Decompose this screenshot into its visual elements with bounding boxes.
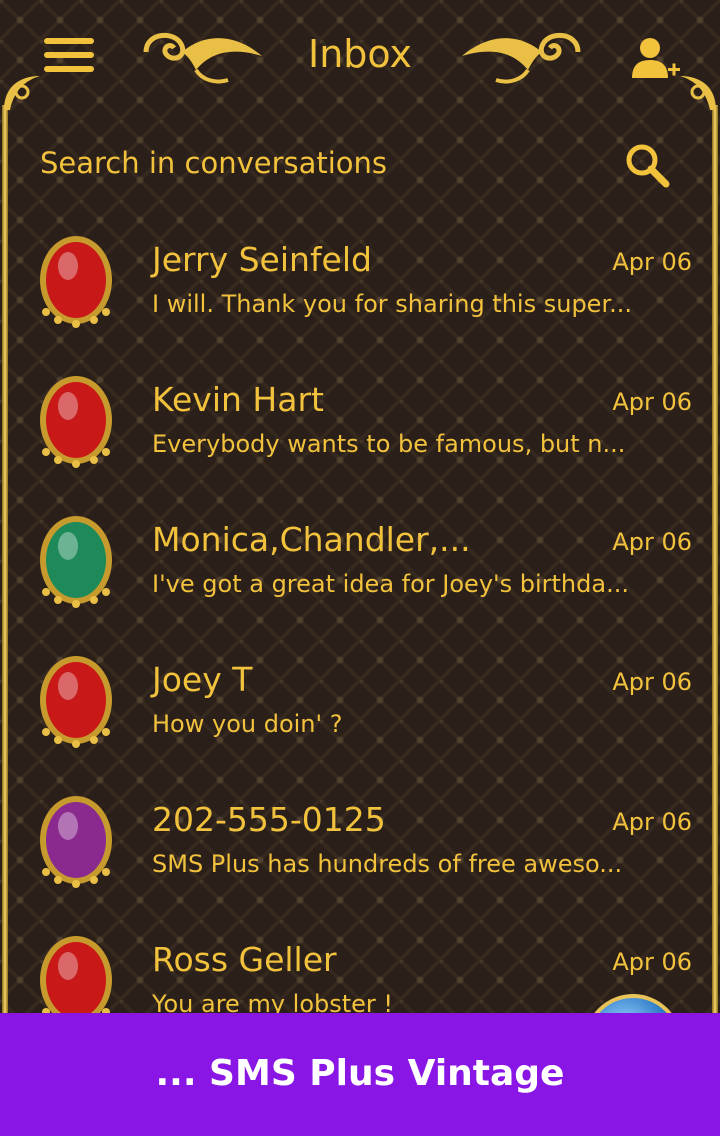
message-date: Apr 06 — [612, 388, 692, 416]
search-icon[interactable] — [624, 142, 670, 188]
gem-avatar-icon — [40, 236, 112, 328]
contact-name: 202-555-0125 — [152, 800, 386, 839]
contact-name: Monica,Chandler,... — [152, 520, 471, 559]
message-preview: Everybody wants to be famous, but n... — [152, 430, 626, 458]
message-preview: I've got a great idea for Joey's birthda… — [152, 570, 629, 598]
conversation-row[interactable]: Joey T Apr 06 How you doin' ? — [0, 650, 720, 790]
gem-avatar-icon — [40, 376, 112, 468]
gem-avatar-icon — [40, 796, 112, 888]
search-input[interactable]: Search in conversations — [40, 146, 387, 180]
contact-name: Joey T — [152, 660, 253, 699]
message-preview: I will. Thank you for sharing this super… — [152, 290, 632, 318]
contact-name: Ross Geller — [152, 940, 337, 979]
page-title: Inbox — [308, 32, 412, 76]
message-date: Apr 06 — [612, 528, 692, 556]
conversation-row[interactable]: Kevin Hart Apr 06 Everybody wants to be … — [0, 370, 720, 510]
conversation-row[interactable]: 202-555-0125 Apr 06 SMS Plus has hundred… — [0, 790, 720, 930]
contact-name: Jerry Seinfeld — [152, 240, 372, 279]
message-date: Apr 06 — [612, 248, 692, 276]
add-contact-icon[interactable] — [628, 34, 682, 82]
message-date: Apr 06 — [612, 948, 692, 976]
banner-text: ... SMS Plus Vintage — [155, 1053, 565, 1094]
app-header: Inbox — [0, 0, 720, 110]
message-date: Apr 06 — [612, 668, 692, 696]
message-date: Apr 06 — [612, 808, 692, 836]
search-bar[interactable]: Search in conversations — [40, 132, 680, 198]
contact-name: Kevin Hart — [152, 380, 324, 419]
message-preview: How you doin' ? — [152, 710, 343, 738]
message-preview: SMS Plus has hundreds of free aweso... — [152, 850, 623, 878]
flourish-right-icon — [462, 32, 581, 84]
gem-avatar-icon — [40, 516, 112, 608]
promo-banner: ... SMS Plus Vintage — [0, 1013, 720, 1136]
conversation-row[interactable]: Jerry Seinfeld Apr 06 I will. Thank you … — [0, 230, 720, 370]
gem-avatar-icon — [40, 656, 112, 748]
conversation-list: Jerry Seinfeld Apr 06 I will. Thank you … — [0, 230, 720, 1070]
conversation-row[interactable]: Monica,Chandler,... Apr 06 I've got a gr… — [0, 510, 720, 650]
